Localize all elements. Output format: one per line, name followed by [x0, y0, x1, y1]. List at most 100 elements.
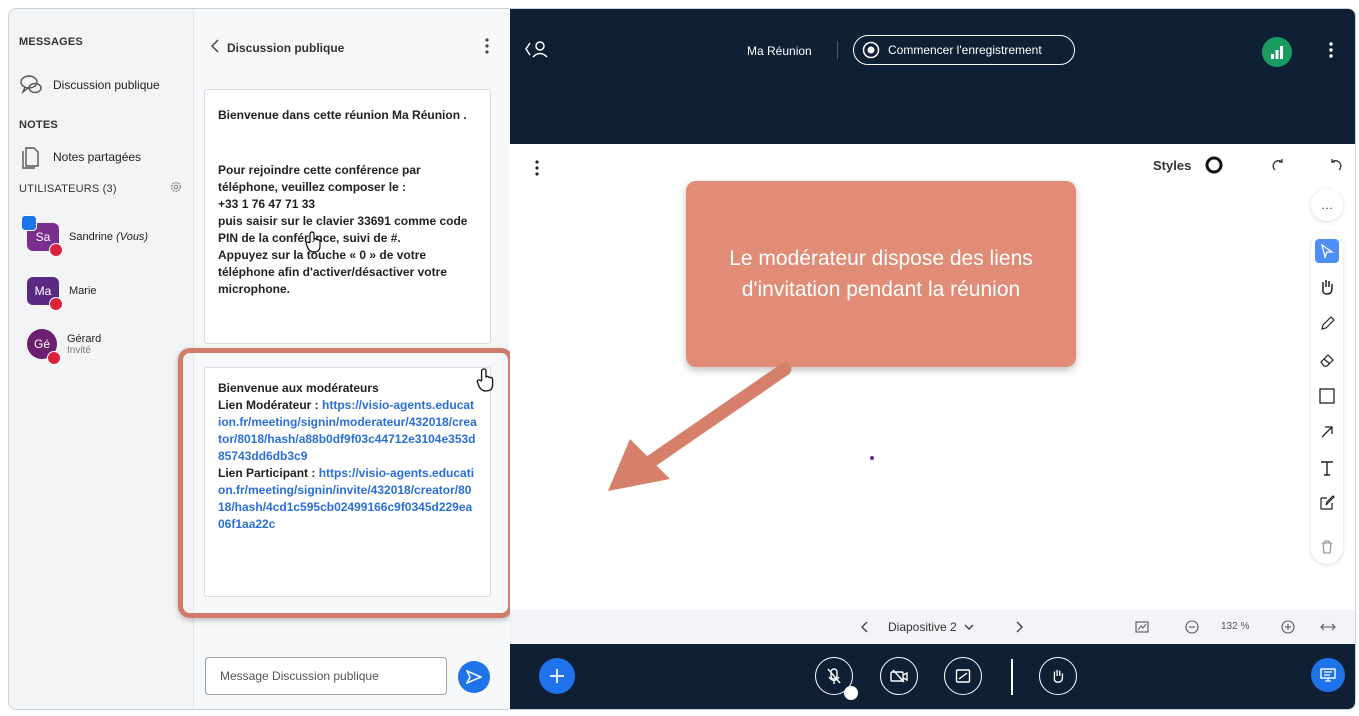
- trash-icon: [1322, 540, 1332, 554]
- redo-icon[interactable]: [1271, 158, 1285, 172]
- sidebar-item-shared-notes[interactable]: Notes partagées: [19, 145, 141, 169]
- user-suffix: (Vous): [116, 231, 149, 243]
- avatar-initials: Gé: [33, 337, 50, 351]
- user-name: Gérard: [67, 332, 102, 345]
- chat-menu-icon[interactable]: [484, 37, 490, 55]
- user-row[interactable]: Sa Sandrine (Vous): [21, 215, 149, 257]
- welcome-message: Bienvenue dans cette réunion Ma Réunion …: [204, 89, 491, 344]
- back-chevron-icon[interactable]: [210, 39, 220, 53]
- sidebar-item-public-chat[interactable]: Discussion publique: [19, 73, 160, 97]
- hand-cursor-icon: [476, 368, 494, 392]
- previous-slide-icon[interactable]: [860, 621, 868, 633]
- message-input[interactable]: Message Discussion publique: [205, 657, 447, 695]
- unmute-button[interactable]: [815, 657, 858, 700]
- user-name: Marie: [69, 285, 97, 297]
- microphone-muted-icon: [827, 668, 841, 684]
- rectangle-icon: [1319, 388, 1335, 404]
- rectangle-tool[interactable]: [1315, 384, 1339, 408]
- arrow-tool[interactable]: [1315, 420, 1339, 444]
- user-row[interactable]: Gé Gérard Invité: [27, 329, 102, 365]
- record-label: Commencer l'enregistrement: [888, 43, 1042, 57]
- annotation-arrow: [608, 362, 792, 491]
- chat-icon: [20, 75, 42, 95]
- phone-number: +33 1 76 47 71 33: [218, 197, 316, 211]
- pan-tool[interactable]: [1315, 275, 1339, 299]
- send-button[interactable]: [458, 661, 490, 693]
- share-screen-button[interactable]: [944, 657, 982, 695]
- send-icon: [466, 670, 482, 684]
- pencil-tool[interactable]: [1315, 312, 1339, 336]
- gear-icon[interactable]: [169, 180, 183, 194]
- eraser-tool[interactable]: [1315, 348, 1339, 372]
- camera-off-icon: [890, 669, 908, 683]
- presentation-toggle-button[interactable]: [1311, 658, 1345, 692]
- options-menu-icon[interactable]: [1328, 41, 1334, 59]
- phone-intro: Pour rejoindre cette conférence par télé…: [218, 163, 421, 194]
- more-tools-button[interactable]: …: [1311, 189, 1343, 221]
- next-slide-icon[interactable]: [1016, 621, 1024, 633]
- start-recording-button[interactable]: Commencer l'enregistrement: [853, 35, 1075, 65]
- muted-icon: [47, 351, 61, 365]
- actions-button[interactable]: [539, 658, 575, 694]
- users-section-title: UTILISATEURS (3): [19, 183, 117, 195]
- presenter-icon: [21, 215, 37, 231]
- avatar: Gé: [27, 329, 61, 365]
- divider: [1011, 659, 1013, 695]
- meeting-name: Ma Réunion: [747, 44, 812, 58]
- share-webcam-button[interactable]: [880, 657, 918, 695]
- delete-tool[interactable]: [1315, 535, 1339, 559]
- screen-share-off-icon: [955, 669, 971, 683]
- record-icon: [862, 41, 880, 59]
- chevron-down-icon[interactable]: [964, 623, 974, 631]
- connection-status-icon[interactable]: [1262, 37, 1292, 67]
- top-bar: Ma Réunion Commencer l'enregistrement: [510, 9, 1355, 144]
- note-tool[interactable]: [1315, 491, 1339, 515]
- avatar-initials: Sa: [35, 230, 51, 244]
- text-icon: [1321, 461, 1333, 476]
- welcome-text: Bienvenue dans cette réunion Ma Réunion …: [218, 108, 467, 122]
- toggle-user-list-icon[interactable]: [524, 39, 550, 59]
- divider: [837, 41, 838, 59]
- callout-text: Le modérateur dispose des liens d'invita…: [729, 247, 1033, 301]
- edit-note-icon: [1320, 495, 1335, 510]
- user-role: Invité: [67, 344, 91, 356]
- annotation-callout: Le modérateur dispose des liens d'invita…: [686, 181, 1076, 367]
- select-tool[interactable]: [1315, 239, 1339, 263]
- presentation-menu-icon[interactable]: [534, 159, 540, 177]
- app-window: MESSAGES Discussion publique NOTES Notes…: [8, 8, 1356, 710]
- undo-icon[interactable]: [1329, 158, 1343, 172]
- color-circle-icon[interactable]: [1205, 156, 1223, 174]
- styles-label[interactable]: Styles: [1153, 158, 1191, 173]
- user-row[interactable]: Ma Marie: [27, 277, 97, 311]
- muted-icon: [49, 297, 63, 311]
- hand-icon: [1053, 669, 1064, 683]
- zoom-level: 132 %: [1221, 621, 1250, 632]
- fit-width-icon[interactable]: [1320, 622, 1336, 632]
- notes-section-title: NOTES: [19, 119, 58, 131]
- phone-pin: puis saisir sur le clavier 33691 comme c…: [218, 214, 468, 245]
- sidebar-item-label: Discussion publique: [53, 78, 160, 92]
- zoom-in-icon[interactable]: [1281, 620, 1295, 634]
- cursor-dot: [870, 456, 874, 460]
- messages-section-title: MESSAGES: [19, 36, 83, 48]
- avatar: Sa: [21, 215, 63, 257]
- eraser-icon: [1320, 354, 1334, 367]
- slide-control-bar: Diapositive 2 132 %: [510, 610, 1355, 644]
- whiteboard[interactable]: Styles … Le modérateur dispose des liens…: [510, 144, 1355, 610]
- raise-hand-button[interactable]: [1039, 657, 1077, 695]
- tool-panel: [1311, 232, 1343, 564]
- avatar: Ma: [27, 277, 63, 311]
- styles-toolbar: Styles: [1153, 156, 1343, 174]
- text-tool[interactable]: [1315, 456, 1339, 480]
- hand-cursor-icon: [305, 231, 321, 253]
- pointer-icon: [1320, 243, 1335, 259]
- presentation-icon: [1320, 668, 1336, 682]
- audio-options-icon[interactable]: [844, 686, 858, 700]
- pencil-icon: [1321, 316, 1335, 330]
- zoom-out-icon[interactable]: [1185, 620, 1199, 634]
- bottom-bar: [510, 644, 1355, 709]
- fit-slide-icon[interactable]: [1135, 620, 1149, 634]
- sidebar: MESSAGES Discussion publique NOTES Notes…: [9, 9, 194, 709]
- slide-selector[interactable]: Diapositive 2: [888, 620, 957, 634]
- avatar-initials: Ma: [34, 284, 52, 298]
